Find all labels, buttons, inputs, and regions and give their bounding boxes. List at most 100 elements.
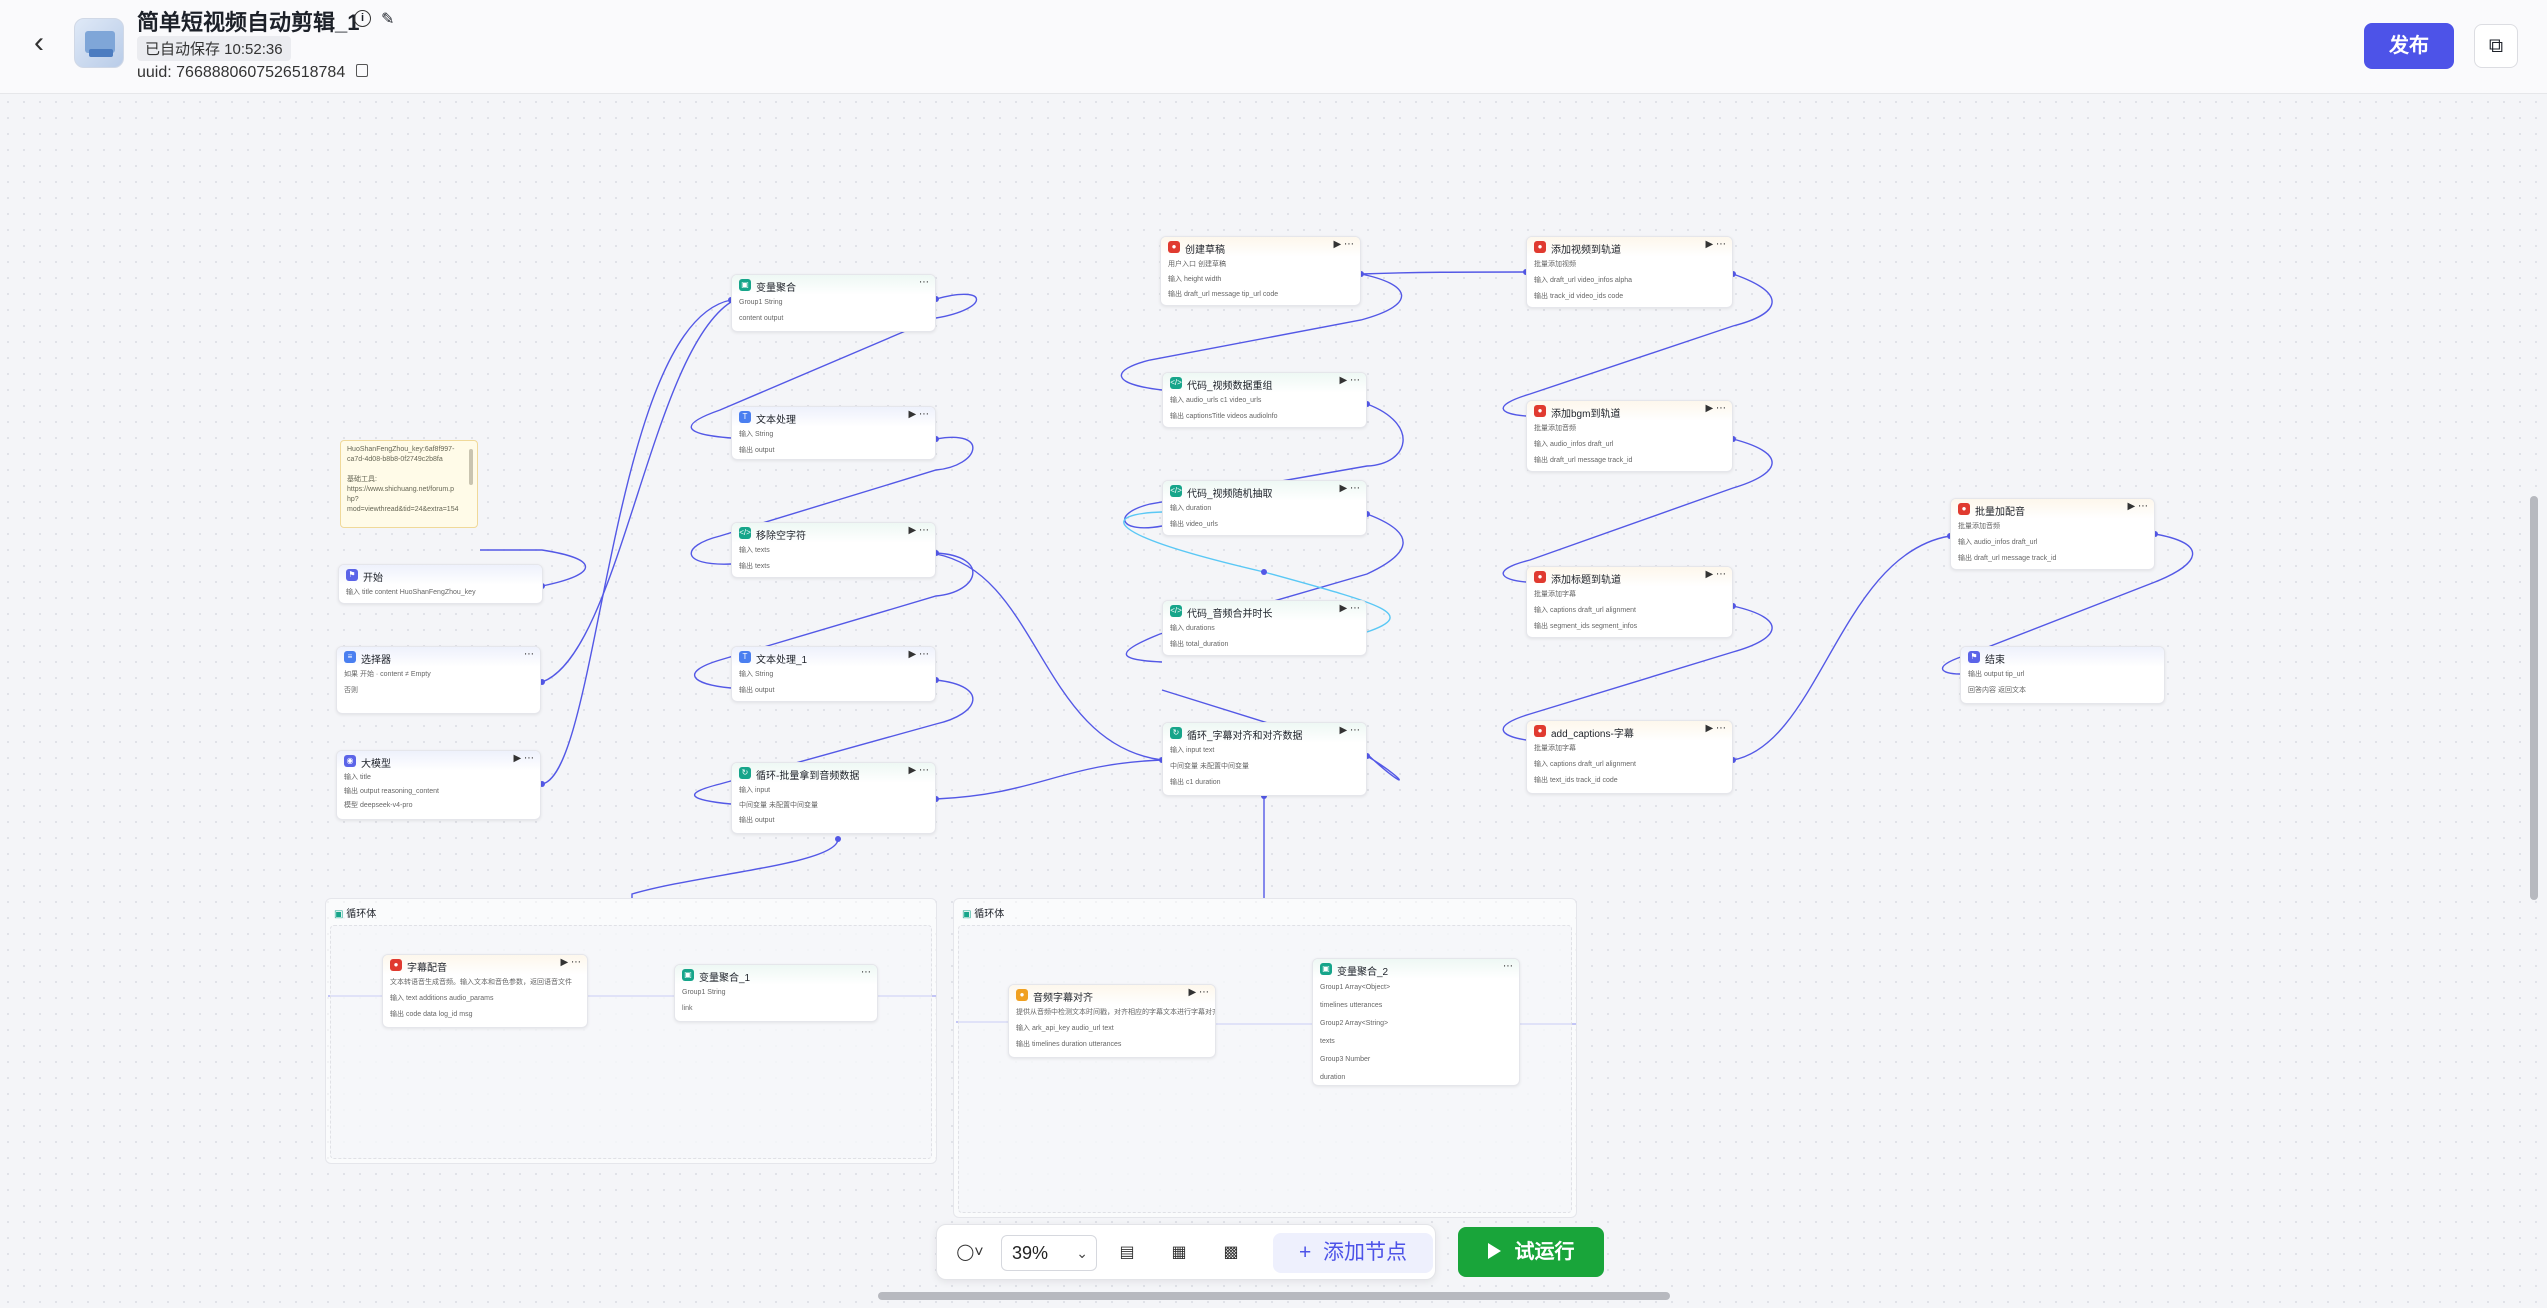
- node-actions[interactable]: ▶ ⋯: [909, 525, 929, 536]
- node-subtitle-dub[interactable]: ● 字幕配音 ▶ ⋯ 文本转语音生成音频。输入文本和音色参数，返回语音文件 输入 t…: [382, 954, 588, 1028]
- edit-icon[interactable]: ✎: [381, 9, 399, 28]
- more-icon[interactable]: ⋯: [919, 277, 929, 288]
- more-icon[interactable]: ⋯: [861, 967, 871, 978]
- node-add-title-track[interactable]: ● 添加标题到轨道 ▶ ⋯ 批量添加字幕 输入 captions draft_url…: [1526, 566, 1733, 638]
- node-row: 输出 video_urls: [1170, 521, 1218, 528]
- node-title: 字幕配音: [407, 963, 447, 974]
- note-line: 基础工具:: [347, 476, 377, 483]
- node-row: 批量添加视频: [1534, 261, 1576, 268]
- node-row: 输出 captionsTitle videos audiolnfo: [1170, 413, 1278, 420]
- node-actions[interactable]: ▶ ⋯: [2128, 501, 2148, 512]
- comment-icon[interactable]: ▤: [1111, 1237, 1143, 1269]
- vertical-scrollbar[interactable]: [2530, 496, 2538, 900]
- node-row: 输出 draft_url message track_id: [1958, 555, 2057, 562]
- node-actions[interactable]: ▶ ⋯: [561, 957, 581, 968]
- edge-connector[interactable]: [631, 838, 839, 898]
- copy-icon[interactable]: [356, 64, 368, 77]
- node-code-random[interactable]: </> 代码_视频随机抽取 ▶ ⋯ 输入 duration 输出 video_url…: [1162, 480, 1367, 536]
- add-node-button[interactable]: + 添加节点: [1273, 1233, 1433, 1273]
- node-code-video[interactable]: </> 代码_视频数据重组 ▶ ⋯ 输入 audio_urls c1 video_u…: [1162, 372, 1367, 428]
- node-actions[interactable]: ▶ ⋯: [1706, 723, 1726, 734]
- node-actions[interactable]: ▶ ⋯: [1706, 569, 1726, 580]
- node-title: 循环-批量拿到音频数据: [756, 771, 860, 782]
- node-llm[interactable]: ◉ 大模型 ▶ ⋯ 输入 title 输出 output reasoning_con…: [336, 750, 541, 820]
- mouse-icon[interactable]: ◯˅: [947, 1237, 993, 1269]
- node-remove-char[interactable]: </> 移除空字符 ▶ ⋯ 输入 texts 输出 texts: [731, 522, 936, 578]
- node-var-agg-2[interactable]: ▣ 变量聚合_2 ⋯ Group1 Array<Object> timelines …: [1312, 958, 1520, 1086]
- node-row: 输出 output tip_url: [1968, 671, 2025, 678]
- edge-connector[interactable]: [935, 759, 1163, 800]
- port-handle[interactable]: [1261, 569, 1267, 575]
- node-title: 开始: [363, 573, 383, 584]
- node-loop-align[interactable]: ↻ 循环_字幕对齐和对齐数据 ▶ ⋯ 输入 input text 中间变量 未配置中…: [1162, 722, 1367, 796]
- node-actions[interactable]: ▶ ⋯: [909, 409, 929, 420]
- note-scrollbar[interactable]: [469, 449, 473, 485]
- node-actions[interactable]: ▶ ⋯: [1340, 483, 1360, 494]
- edge-connector[interactable]: [1732, 535, 1951, 761]
- node-end[interactable]: ⚑ 结束 输出 output tip_url 回答内容 返回文本: [1960, 646, 2165, 704]
- node-title: 代码_视频随机抽取: [1187, 489, 1273, 500]
- test-run-button[interactable]: 试运行: [1458, 1227, 1604, 1277]
- code-icon: </>: [1170, 605, 1182, 617]
- node-actions[interactable]: ▶ ⋯: [1706, 239, 1726, 250]
- node-loop-batch[interactable]: ↻ 循环-批量拿到音频数据 ▶ ⋯ 输入 input 中间变量 未配置中间变量 输出…: [731, 762, 936, 834]
- node-row: 批量添加音频: [1958, 523, 2000, 530]
- node-add-video-track[interactable]: ● 添加视频到轨道 ▶ ⋯ 批量添加视频 输入 draft_url video_in…: [1526, 236, 1733, 308]
- info-icon[interactable]: i: [354, 10, 371, 27]
- node-audio-align[interactable]: ● 音频字幕对齐 ▶ ⋯ 提供从音频中检测文本时间戳，对齐相应的字幕文本进行字幕对齐…: [1008, 984, 1216, 1058]
- node-actions[interactable]: ▶ ⋯: [1340, 375, 1360, 386]
- node-var-agg[interactable]: ▣ 变量聚合 ⋯ Group1 String content output: [731, 274, 936, 332]
- node-create-draft[interactable]: ● 创建草稿 ▶ ⋯ 用户入口 创建草稿 输入 height width 输出 dr…: [1160, 236, 1361, 306]
- more-icon[interactable]: ⋯: [1503, 961, 1513, 972]
- node-actions[interactable]: ▶ ⋯: [1334, 239, 1354, 250]
- node-row: 输入 texts: [739, 547, 770, 554]
- edge-connector[interactable]: [541, 301, 732, 683]
- back-icon[interactable]: ‹: [34, 28, 58, 58]
- loop-body-1[interactable]: ▣ 循环体: [325, 898, 937, 1164]
- horizontal-scrollbar[interactable]: [878, 1292, 1670, 1300]
- node-actions[interactable]: ▶ ⋯: [909, 649, 929, 660]
- node-start[interactable]: ⚑ 开始 输入 title content HuoShanFengZhou_key: [338, 564, 543, 604]
- node-selector[interactable]: ≡ 选择器 ⋯ 如果 开始 · content ≠ Empty 否则: [336, 646, 541, 714]
- node-text-proc[interactable]: T 文本处理 ▶ ⋯ 输入 String 输出 output: [731, 406, 936, 460]
- node-title: 大模型: [361, 759, 391, 770]
- node-title: 音频字幕对齐: [1033, 993, 1093, 1004]
- publish-button[interactable]: 发布: [2364, 23, 2454, 69]
- node-row: 输出 draft_url message track_id: [1534, 457, 1633, 464]
- end-icon: ⚑: [1968, 651, 1980, 663]
- node-title: 添加bgm到轨道: [1551, 409, 1621, 420]
- node-actions[interactable]: ▶ ⋯: [909, 765, 929, 776]
- edge-connector[interactable]: [1360, 271, 1527, 275]
- node-batch-dub[interactable]: ● 批量加配音 ▶ ⋯ 批量添加音频 输入 audio_infos draft_ur…: [1950, 498, 2155, 570]
- node-actions[interactable]: ▶ ⋯: [514, 753, 534, 764]
- more-icon[interactable]: ⋯: [524, 649, 534, 660]
- code-icon: </>: [1170, 377, 1182, 389]
- loop-title: ▣ 循环体: [962, 909, 1005, 920]
- node-code-audio[interactable]: </> 代码_音频合并时长 ▶ ⋯ 输入 durations 输出 total_du…: [1162, 600, 1367, 656]
- node-var-agg-1[interactable]: ▣ 变量聚合_1 ⋯ Group1 String link: [674, 964, 878, 1022]
- duplicate-icon[interactable]: ⧉: [2474, 24, 2518, 68]
- node-actions[interactable]: ▶ ⋯: [1189, 987, 1209, 998]
- aggregate-icon: ▣: [1320, 963, 1332, 975]
- node-actions[interactable]: ▶ ⋯: [1706, 403, 1726, 414]
- node-actions[interactable]: ▶ ⋯: [1340, 603, 1360, 614]
- node-add-bgm-track[interactable]: ● 添加bgm到轨道 ▶ ⋯ 批量添加音频 输入 audio_infos draft…: [1526, 400, 1733, 472]
- node-add-captions[interactable]: ● add_captions-字幕 ▶ ⋯ 批量添加字幕 输入 captions d…: [1526, 720, 1733, 794]
- node-title: 移除空字符: [756, 531, 806, 542]
- workflow-canvas[interactable]: HuoShanFengZhou_key:6af8f997- ca7d-4d08-…: [0, 94, 2547, 1308]
- zoom-select[interactable]: 39% ⌄: [1001, 1235, 1097, 1271]
- workflow-title: 简单短视频自动剪辑_1: [137, 10, 360, 35]
- node-row: 输入 String: [739, 431, 774, 438]
- layout-icon[interactable]: ▦: [1163, 1237, 1195, 1269]
- node-row: 提供从音频中检测文本时间戳，对齐相应的字幕文本进行字幕对齐: [1016, 1009, 1215, 1016]
- node-title: 文本处理_1: [756, 655, 808, 666]
- node-actions[interactable]: ▶ ⋯: [1340, 725, 1360, 736]
- minimap-icon[interactable]: ▩: [1215, 1237, 1247, 1269]
- port-handle[interactable]: [835, 836, 841, 842]
- node-title: 结束: [1985, 655, 2005, 666]
- node-text-proc-1[interactable]: T 文本处理_1 ▶ ⋯ 输入 String 输出 output: [731, 646, 936, 702]
- sticky-note[interactable]: HuoShanFengZhou_key:6af8f997- ca7d-4d08-…: [340, 440, 478, 528]
- plugin-icon: ●: [1958, 503, 1970, 515]
- node-row: 输入 ark_api_key audio_url text: [1016, 1025, 1114, 1032]
- aggregate-icon: ▣: [682, 969, 694, 981]
